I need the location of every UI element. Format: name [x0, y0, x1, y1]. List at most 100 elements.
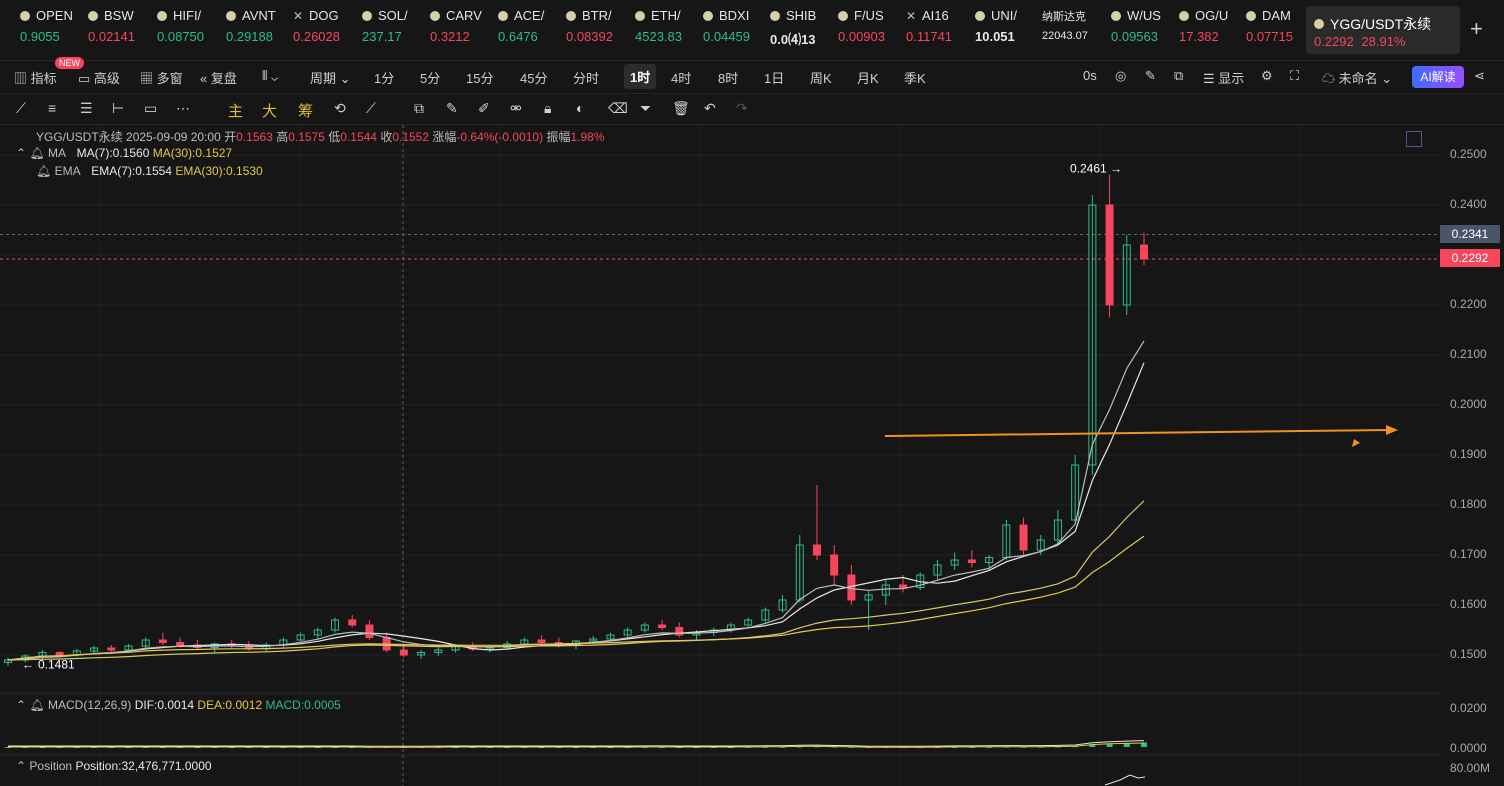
candle-body	[899, 584, 908, 588]
macd-alert-icon[interactable]: 🔔︎	[29, 698, 44, 712]
indicators-button[interactable]: ▥ 指标	[14, 68, 57, 87]
interval-7[interactable]: 8时	[718, 68, 738, 87]
ticker-item[interactable]: SOL/237.17	[362, 8, 408, 52]
ma-legend[interactable]: ⌃ 🔔︎ MA MA(7):0.1560 MA(30):0.1527	[16, 146, 232, 160]
add-ticker-icon[interactable]: +	[1470, 16, 1483, 42]
favorite-dot-icon	[20, 10, 30, 21]
favorite-dot-icon	[88, 10, 98, 21]
screenshot-camera-icon[interactable]: ◎	[1115, 68, 1126, 84]
parallel-channel-tool-icon[interactable]: ☰	[80, 100, 93, 117]
fullscreen-icon[interactable]: ⛶	[1290, 68, 1299, 84]
ema-alert-icon[interactable]: 🔔︎	[36, 164, 51, 178]
chip-distribution-tool[interactable]: 筹	[298, 100, 313, 121]
eraser-tool-icon[interactable]: ⌫	[608, 100, 628, 117]
ma-alert-icon[interactable]: 🔔︎	[29, 146, 44, 160]
measure-tool-icon[interactable]: ⟋	[366, 100, 376, 117]
filter-tool-icon[interactable]: ⏷	[640, 100, 651, 117]
ticker-symbol: CARV	[446, 8, 482, 23]
interval-1[interactable]: 5分	[420, 68, 440, 87]
ticker-item[interactable]: UNI/10.051	[975, 8, 1017, 52]
interval-2[interactable]: 15分	[466, 68, 493, 87]
ticker-item[interactable]: W/US 0.09563	[1111, 8, 1161, 52]
interval-11[interactable]: 季K	[904, 68, 926, 87]
ticker-item[interactable]: ✕ DOG 0.26028	[293, 8, 340, 52]
horizontal-lines-tool-icon[interactable]: ≡	[48, 100, 56, 116]
legend-high: 0.1575	[288, 130, 325, 144]
legend-open-label: 开	[224, 130, 237, 144]
chart-type-button[interactable]: ⫴ ⌄	[262, 68, 278, 84]
ticker-item[interactable]: CARV 0.3212	[430, 8, 482, 52]
account-button[interactable]: ☁ 未命名 ⌄	[1322, 68, 1392, 87]
interval-9[interactable]: 周K	[810, 68, 832, 87]
display-button[interactable]: ☰ 显示	[1203, 68, 1244, 87]
position-line	[1104, 774, 1146, 786]
legend-close: 0.1552	[392, 130, 430, 144]
more-tools-icon[interactable]: ⋯	[176, 100, 190, 117]
interval-3[interactable]: 45分	[520, 68, 547, 87]
ruler-tool-icon[interactable]: ⚮	[510, 100, 522, 117]
price-chart-svg[interactable]: 0.2461 → 0.1481 ←	[0, 125, 1442, 786]
multi-window-button[interactable]: ▦ 多窗	[140, 68, 183, 87]
ticker-item[interactable]: AVNT 0.29188	[226, 8, 276, 52]
visibility-tool-icon[interactable]: ◐	[576, 100, 584, 116]
ema-legend[interactable]: 🔔︎ EMA EMA(7):0.1554 EMA(30):0.1530	[36, 164, 263, 178]
price-axis-label: 0.2400	[1450, 197, 1487, 211]
share-window-icon[interactable]: ⧉	[1174, 68, 1183, 84]
ticker-price: 22043.07	[1042, 30, 1088, 42]
advanced-button[interactable]: ▭ 高级	[78, 68, 120, 87]
timer-label[interactable]: 0s	[1083, 68, 1097, 83]
horizontal-ray-tool-icon[interactable]: ⊢	[112, 100, 124, 117]
replay-button[interactable]: « 复盘	[200, 68, 237, 87]
interval-10[interactable]: 月K	[857, 68, 879, 87]
big-orders-tool[interactable]: 大	[262, 100, 277, 121]
position-legend[interactable]: ⌃ Position Position:32,476,771.0000	[16, 759, 212, 773]
interval-0[interactable]: 1分	[374, 68, 394, 87]
ticker-item[interactable]: ✕ AI16 0.11741	[906, 8, 952, 52]
ticker-item[interactable]: DAM 0.07715	[1246, 8, 1293, 52]
delete-tool-icon[interactable]: 🗑︎	[672, 100, 690, 117]
redo-icon[interactable]: ↷	[736, 100, 748, 117]
interval-6[interactable]: 4时	[671, 68, 691, 87]
share-icon[interactable]: ⋖	[1474, 68, 1485, 84]
ticker-item[interactable]: HIFI/0.08750	[157, 8, 204, 52]
lock-tool-icon[interactable]: 🔒︎	[544, 100, 551, 117]
ticker-item[interactable]: ETH/4523.83	[635, 8, 682, 52]
active-ticker[interactable]: YGG/USDT永续 0.2292 28.91%	[1306, 6, 1460, 54]
close-x-icon[interactable]: ✕	[293, 9, 303, 23]
undo-icon[interactable]: ↶	[704, 100, 716, 117]
price-axis-label: 0.2000	[1450, 397, 1487, 411]
main-chart-tool[interactable]: 主	[228, 100, 243, 121]
settings-gear-icon[interactable]: ⚙	[1261, 68, 1273, 84]
copy-tool-icon[interactable]: ⧉	[414, 100, 424, 117]
collapse-icon[interactable]: ⌃	[16, 146, 26, 160]
macd-collapse-icon[interactable]: ⌃	[16, 698, 26, 712]
ticker-item[interactable]: OG/U 17.382	[1179, 8, 1228, 52]
ai-interpret-button[interactable]: AI解读	[1412, 66, 1464, 88]
position-collapse-icon[interactable]: ⌃	[16, 759, 26, 773]
favorite-dot-icon	[566, 10, 576, 21]
chart-area[interactable]: 0.2461 → 0.1481 ← YGG/USDT永续 2025-09-09 20:…	[0, 125, 1442, 786]
close-x-icon[interactable]: ✕	[906, 9, 916, 23]
ticker-item[interactable]: BDXI 0.04459	[703, 8, 750, 52]
favorite-dot-icon	[498, 10, 508, 21]
macd-legend[interactable]: ⌃ 🔔︎ MACD(12,26,9) DIF:0.0014 DEA:0.0012…	[16, 698, 341, 712]
expand-corner-icon[interactable]	[1406, 131, 1422, 147]
interval-8[interactable]: 1日	[764, 68, 784, 87]
ticker-item[interactable]: F/US 0.00903	[838, 8, 885, 52]
ticker-item[interactable]: ACE/0.6476	[498, 8, 544, 52]
ticker-item[interactable]: BTR/0.08392	[566, 8, 613, 52]
replay-label: 复盘	[210, 71, 237, 86]
period-button[interactable]: 周期 ⌄	[310, 68, 351, 87]
brush-tool-icon[interactable]: ✐	[478, 100, 490, 117]
ticker-item[interactable]: 纳斯达克 22043.07	[1042, 8, 1088, 52]
trendline-tool-icon[interactable]: ⟋	[16, 100, 26, 117]
ticker-item[interactable]: BSW 0.02141	[88, 8, 135, 52]
pen-edit-icon[interactable]: ✎	[1145, 68, 1156, 84]
magnet-tool-icon[interactable]: ⟲	[334, 100, 346, 117]
pencil-tool-icon[interactable]: ✎	[446, 100, 458, 117]
ticker-item[interactable]: SHIB 0.0⑷13	[770, 8, 816, 52]
ticker-item[interactable]: OPEN 0.9055	[20, 8, 73, 52]
interval-4[interactable]: 分时	[573, 68, 599, 87]
rectangle-tool-icon[interactable]: ▭	[144, 100, 157, 117]
interval-5[interactable]: 1时	[624, 64, 657, 89]
